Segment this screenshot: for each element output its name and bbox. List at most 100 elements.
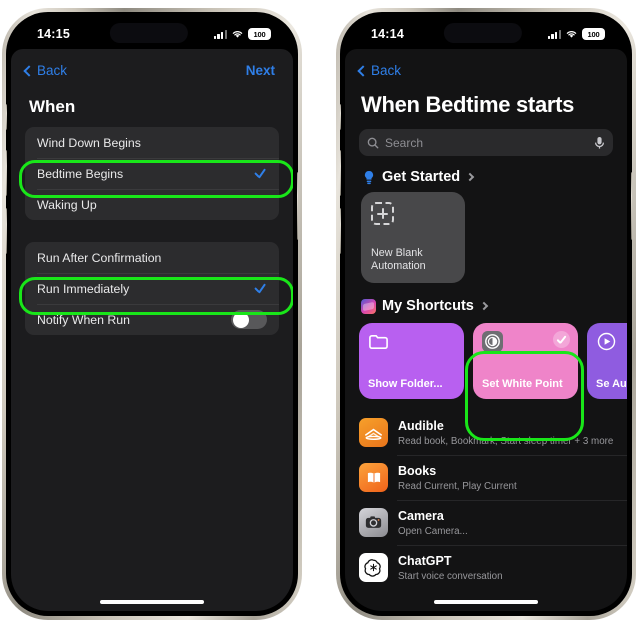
- volume-up-button[interactable]: [6, 150, 7, 196]
- app-name: ChatGPT: [398, 554, 452, 568]
- wifi-icon: [566, 31, 577, 38]
- left-navbar: Back Next: [11, 49, 293, 78]
- app-row-chatgpt[interactable]: ChatGPT Start voice conversation: [345, 545, 627, 590]
- home-indicator[interactable]: [434, 600, 538, 604]
- option-label: Bedtime Begins: [37, 166, 124, 181]
- folder-icon: [369, 334, 388, 349]
- search-bar[interactable]: Search: [359, 129, 613, 156]
- audible-icon: [359, 418, 388, 447]
- option-label: Run After Confirmation: [37, 250, 162, 265]
- shortcut-card-title: Se Au (S: [596, 378, 627, 390]
- checkmark-icon: [254, 282, 267, 295]
- search-icon: [367, 137, 379, 148]
- search-input[interactable]: Search: [385, 136, 588, 150]
- shortcut-card-set-white-point[interactable]: Set White Point: [473, 323, 578, 399]
- status-indicators: 100: [213, 28, 271, 40]
- shortcut-card-third-partial[interactable]: Se Au (S: [587, 323, 627, 399]
- left-sheet: Back Next When Wind Down Begins Bedtime …: [11, 49, 293, 611]
- play-circle-icon: [597, 332, 616, 351]
- power-button[interactable]: [297, 172, 298, 240]
- new-blank-automation-card[interactable]: New Blank Automation: [361, 192, 465, 283]
- option-label: Run Immediately: [37, 281, 130, 296]
- run-options-group: Run After Confirmation Run Immediately N…: [25, 242, 279, 335]
- app-text-block: ChatGPT Start voice conversation: [398, 552, 503, 583]
- status-time: 14:15: [37, 27, 70, 41]
- camera-icon: [359, 508, 388, 537]
- toggle-knob: [232, 311, 249, 328]
- chevron-left-icon: [357, 64, 369, 77]
- books-icon: [359, 463, 388, 492]
- app-subtitle: Read book, Bookmark, Start sleep timer +…: [398, 436, 613, 447]
- chevron-right-icon: [465, 172, 475, 182]
- status-time: 14:14: [371, 27, 404, 41]
- next-button[interactable]: Next: [246, 63, 275, 78]
- chevron-right-icon: [479, 301, 489, 311]
- app-row-camera[interactable]: Camera Open Camera...: [345, 500, 627, 545]
- battery-icon: 100: [582, 28, 605, 40]
- dynamic-island: [443, 23, 522, 43]
- right-status-bar: 14:14 100: [345, 17, 627, 51]
- selected-checkmark-icon: [553, 331, 570, 348]
- blank-card-line1: New Blank: [371, 247, 423, 259]
- option-row-bedtime-begins[interactable]: Bedtime Begins: [25, 158, 279, 189]
- silence-switch[interactable]: [340, 104, 341, 130]
- my-shortcuts-header[interactable]: My Shortcuts: [345, 283, 627, 321]
- option-row-notify-when-run[interactable]: Notify When Run: [25, 304, 279, 335]
- app-name: Camera: [398, 509, 444, 523]
- app-name: Audible: [398, 419, 444, 433]
- option-row-run-after-confirmation[interactable]: Run After Confirmation: [25, 242, 279, 273]
- option-label: Waking Up: [37, 197, 97, 212]
- cellular-signal-icon: [547, 29, 561, 39]
- app-text-block: Audible Read book, Bookmark, Start sleep…: [398, 417, 613, 448]
- page-title: When Bedtime starts: [361, 92, 575, 117]
- accessibility-icon: [482, 331, 503, 352]
- cellular-signal-icon: [213, 29, 227, 39]
- get-started-label: Get Started: [382, 169, 461, 185]
- right-phone-device: 14:14 100 Back When Bedtime starts Searc…: [336, 8, 636, 620]
- notify-when-run-toggle[interactable]: [231, 310, 267, 329]
- blank-card-line2: Automation: [371, 260, 426, 272]
- dashed-plus-icon: [371, 202, 394, 225]
- back-button[interactable]: Back: [357, 63, 402, 78]
- back-button-label: Back: [371, 63, 402, 78]
- chatgpt-icon: [359, 553, 388, 582]
- option-row-waking-up[interactable]: Waking Up: [25, 189, 279, 220]
- trigger-options-group: Wind Down Begins Bedtime Begins Waking U…: [25, 127, 279, 220]
- status-indicators: 100: [547, 28, 605, 40]
- battery-icon: 100: [248, 28, 271, 40]
- power-button[interactable]: [631, 172, 632, 240]
- option-row-run-immediately[interactable]: Run Immediately: [25, 273, 279, 304]
- page-title: When: [29, 97, 76, 116]
- volume-up-button[interactable]: [340, 150, 341, 196]
- shortcut-card-show-folder[interactable]: Show Folder...: [359, 323, 464, 399]
- checkmark-icon: [254, 167, 267, 180]
- blank-card-label: New Blank Automation: [371, 247, 455, 273]
- shortcut-card-title: Set White Point: [482, 378, 563, 390]
- my-shortcuts-label: My Shortcuts: [382, 298, 474, 314]
- home-indicator[interactable]: [100, 600, 204, 604]
- left-phone-device: 14:15 100 Back Next When Wind Down Begin…: [2, 8, 302, 620]
- back-button-label: Back: [37, 63, 68, 78]
- option-row-wind-down[interactable]: Wind Down Begins: [25, 127, 279, 158]
- volume-down-button[interactable]: [6, 208, 7, 254]
- screenshot-root: 14:15 100 Back Next When Wind Down Begin…: [0, 0, 640, 635]
- app-row-audible[interactable]: Audible Read book, Bookmark, Start sleep…: [345, 410, 627, 455]
- app-text-block: Camera Open Camera...: [398, 507, 468, 538]
- left-status-bar: 14:15 100: [11, 17, 293, 51]
- shortcut-card-title: Show Folder...: [368, 378, 443, 390]
- volume-down-button[interactable]: [340, 208, 341, 254]
- app-name: Books: [398, 464, 437, 478]
- app-suggestions-list: Audible Read book, Bookmark, Start sleep…: [345, 410, 627, 590]
- chevron-left-icon: [23, 64, 35, 77]
- right-sheet: Back When Bedtime starts Search Get Star…: [345, 49, 627, 611]
- option-label: Notify When Run: [37, 312, 130, 327]
- get-started-header[interactable]: Get Started: [345, 156, 627, 192]
- shortcuts-app-icon: [361, 298, 376, 314]
- dynamic-island: [109, 23, 188, 43]
- shortcut-cards-row: Show Folder... Set White Point Se Au: [345, 323, 627, 399]
- silence-switch[interactable]: [6, 104, 7, 130]
- left-phone-bezel: 14:15 100 Back Next When Wind Down Begin…: [6, 12, 298, 616]
- app-row-books[interactable]: Books Read Current, Play Current: [345, 455, 627, 500]
- microphone-icon[interactable]: [594, 136, 605, 150]
- back-button[interactable]: Back: [23, 63, 68, 78]
